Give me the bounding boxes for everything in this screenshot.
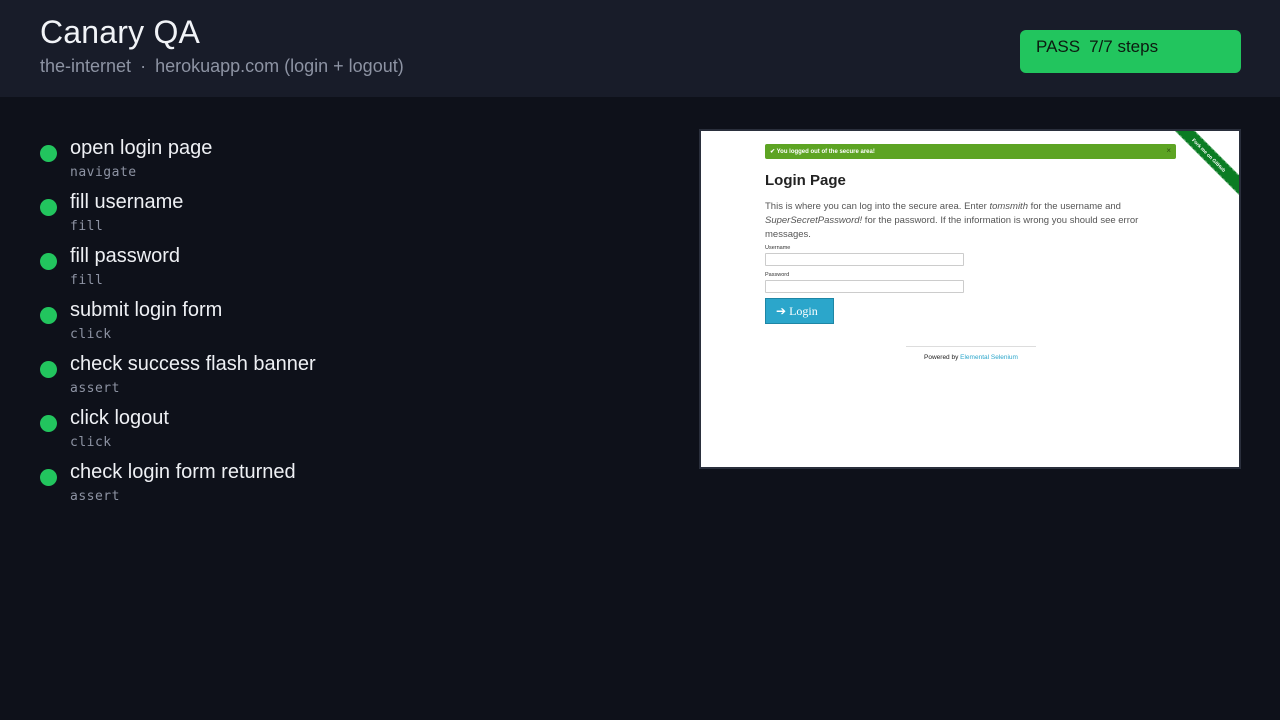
flash-message: You logged out of the secure area! — [776, 149, 875, 155]
username-field — [765, 253, 964, 266]
status-badge: PASS 7/7 steps — [1020, 30, 1241, 73]
step-title: open login page — [70, 137, 213, 159]
password-field — [765, 280, 964, 293]
login-button: ➔ Login — [765, 298, 834, 324]
step-kind: navigate — [70, 165, 137, 180]
username-label: Username — [765, 245, 791, 251]
subtitle-target: herokuapp.com (login + logout) — [155, 56, 404, 76]
step-kind: fill — [70, 219, 104, 234]
subtitle-separator: · — [140, 56, 147, 76]
step-title: click logout — [70, 407, 169, 429]
check-circle-icon: ✔ — [770, 149, 776, 155]
step-pass-indicator — [40, 253, 57, 270]
step-item: check success flash banner assert — [40, 350, 640, 404]
app-title: Canary QA — [40, 14, 201, 50]
login-page-heading: Login Page — [765, 172, 846, 189]
step-title: check success flash banner — [70, 353, 316, 375]
password-label: Password — [765, 272, 790, 278]
footer-link: Elemental Selenium — [960, 354, 1018, 361]
step-pass-indicator — [40, 361, 57, 378]
step-pass-indicator — [40, 145, 57, 162]
step-item: fill username fill — [40, 188, 640, 242]
step-pass-indicator — [40, 307, 57, 324]
step-kind: click — [70, 435, 112, 450]
step-pass-indicator — [40, 415, 57, 432]
sign-in-icon: ➔ — [776, 304, 787, 318]
run-subtitle: the-internet · herokuapp.com (login + logo… — [40, 56, 404, 77]
login-button-label: Login — [789, 304, 818, 318]
step-title: fill password — [70, 245, 181, 267]
step-item: check login form returned assert — [40, 458, 640, 512]
step-kind: assert — [70, 381, 120, 396]
subtitle-site: the-internet — [40, 56, 132, 76]
step-pass-indicator — [40, 469, 57, 486]
step-title: fill username — [70, 191, 184, 213]
step-kind: fill — [70, 273, 104, 288]
step-item: fill password fill — [40, 242, 640, 296]
page-screenshot: ✔ You logged out of the secure area! × F… — [699, 129, 1241, 469]
step-list: open login page navigate fill username f… — [40, 134, 640, 512]
login-instructions: This is where you can log into the secur… — [765, 201, 1139, 240]
step-pass-indicator — [40, 199, 57, 216]
step-item: open login page navigate — [40, 134, 640, 188]
status-result: PASS — [1036, 37, 1081, 56]
step-kind: assert — [70, 489, 120, 504]
step-title: check login form returned — [70, 461, 296, 483]
close-icon: × — [1166, 146, 1171, 155]
step-title: submit login form — [70, 299, 223, 321]
status-steps-count: 7/7 steps — [1089, 37, 1159, 56]
header-bar: Canary QA the-internet · herokuapp.com (lo… — [0, 0, 1280, 97]
footer-divider — [906, 346, 1036, 347]
success-flash-banner: ✔ You logged out of the secure area! × — [765, 144, 1176, 159]
page-footer: Powered by Elemental Selenium — [924, 354, 1018, 361]
fork-ribbon: Fork me on GitHub — [1161, 131, 1239, 203]
step-kind: click — [70, 327, 112, 342]
step-item: click logout click — [40, 404, 640, 458]
step-item: submit login form click — [40, 296, 640, 350]
